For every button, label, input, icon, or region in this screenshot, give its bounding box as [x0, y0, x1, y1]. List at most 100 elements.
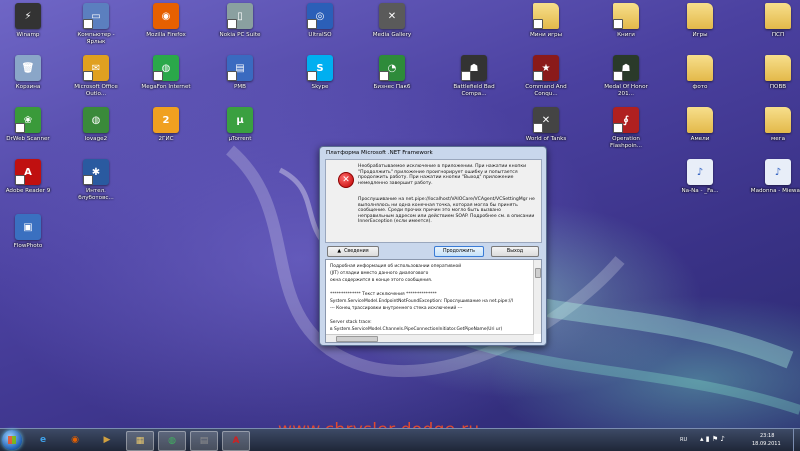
- details-button[interactable]: ▲ Сведения: [327, 246, 379, 257]
- vertical-scroll-thumb[interactable]: [535, 268, 541, 278]
- desktop-icon[interactable]: ◔ Бизнес Пак6: [364, 55, 420, 107]
- desktop-icon[interactable]: ✕ Media Gallery: [364, 3, 420, 55]
- folder-icon: [613, 3, 639, 29]
- desktop-icon-label: фото: [692, 84, 708, 90]
- language-indicator[interactable]: RU: [680, 437, 687, 443]
- desktop-icon[interactable]: ☗ Battlefield Bad Compa...: [446, 55, 502, 107]
- folder-icon: [687, 3, 713, 29]
- dialog-message-secondary: Прослушивание на net.pipe://localhost/VA…: [358, 197, 535, 225]
- desktop-icon[interactable]: ◎ UltraISO: [292, 3, 348, 55]
- exit-button[interactable]: Выход: [491, 246, 539, 257]
- folder-icon: [765, 107, 791, 133]
- app-icon: ☗: [461, 55, 487, 81]
- desktop-icon-label: Корзина: [15, 84, 41, 90]
- desktop-icon[interactable]: ★ Command And Conqu...: [518, 55, 574, 107]
- details-line: в System.ServiceModel.Channels.PipeConne…: [330, 327, 503, 332]
- app-icon: ◔: [379, 55, 405, 81]
- desktop-icon[interactable]: ◍ lovage2: [68, 107, 124, 159]
- desktop-icon[interactable]: Игры: [672, 3, 728, 55]
- app-icon: 2: [153, 107, 179, 133]
- dotnet-error-dialog: Платформа Microsoft .NET Framework ✕ Нео…: [319, 146, 547, 346]
- desktop-icon-label: Microsoft Office Outlo...: [74, 84, 118, 97]
- desktop-icon-label: Winamp: [16, 32, 40, 38]
- desktop-icon[interactable]: ▣ FlowPhoto: [0, 214, 56, 266]
- desktop-icon-label: ПСП: [771, 32, 785, 38]
- dialog-title: Платформа Microsoft .NET Framework: [326, 150, 433, 156]
- app-icon: ◉: [153, 3, 179, 29]
- desktop-icon-label: Battlefield Bad Compa...: [453, 84, 495, 97]
- taskbar-console-icon[interactable]: ▤: [190, 431, 218, 451]
- app-icon: ♪: [765, 159, 791, 185]
- desktop-icon[interactable]: ☗ Medal Of Honor 201...: [598, 55, 654, 107]
- show-desktop-button[interactable]: [793, 429, 800, 451]
- desktop-icon[interactable]: ПОВВ: [750, 55, 800, 107]
- folder-icon: [687, 55, 713, 81]
- desktop-icon-label: 2ГИС: [158, 136, 174, 142]
- desktop-icon-label: Игры: [692, 32, 708, 38]
- start-button[interactable]: [2, 430, 22, 450]
- desktop-icon-label: PMB: [233, 84, 247, 90]
- desktop-icon-label: Adobe Reader 9: [5, 188, 51, 194]
- desktop-icon-label: Na-Na - _Fa...: [681, 188, 719, 194]
- vertical-scrollbar[interactable]: [533, 260, 541, 334]
- details-textbox[interactable]: Подробная информация об использовании оп…: [325, 259, 542, 343]
- app-icon: ▣: [15, 214, 41, 240]
- taskbar-firefox-icon[interactable]: ◉: [62, 431, 88, 449]
- horizontal-scrollbar[interactable]: [326, 334, 534, 342]
- desktop-icon-label: Бизнес Пак6: [373, 84, 411, 90]
- taskbar: e ◉ ▶ ▦ ◍ ▤ A RU ▴ ▮ ⚑ ♪ 23:18 18.09.2011: [0, 428, 800, 451]
- details-line: System.ServiceModel.EndpointNotFoundExce…: [330, 299, 513, 304]
- desktop-icon[interactable]: 🗑 Корзина: [0, 55, 56, 107]
- chevron-up-icon: ▲: [337, 249, 342, 254]
- desktop-icon[interactable]: Книги: [598, 3, 654, 55]
- horizontal-scroll-thumb[interactable]: [336, 336, 378, 342]
- tray-icons[interactable]: ▴ ▮ ⚑ ♪: [700, 435, 740, 445]
- desktop-icon[interactable]: ▯ Nokia PC Suite: [212, 3, 268, 55]
- desktop-icon[interactable]: ◍ MegaFon Internet: [138, 55, 194, 107]
- desktop-icon[interactable]: ПСП: [750, 3, 800, 55]
- clock-date[interactable]: 18.09.2011: [752, 441, 781, 447]
- taskbar-mail-icon[interactable]: ◍: [158, 431, 186, 451]
- desktop-icon[interactable]: µ µTorrent: [212, 107, 268, 159]
- desktop-icon-label: Media Gallery: [372, 32, 412, 38]
- desktop-icon[interactable]: S Skype: [292, 55, 348, 107]
- desktop-icon[interactable]: ✉ Microsoft Office Outlo...: [68, 55, 124, 107]
- desktop-icon[interactable]: ▭ Компьютер - Ярлык: [68, 3, 124, 55]
- app-icon: ∮: [613, 107, 639, 133]
- desktop-icon-label: Madonna - Miewa...: [750, 188, 800, 194]
- desktop-icon[interactable]: ⚡ Winamp: [0, 3, 56, 55]
- taskbar-ie-icon[interactable]: e: [30, 431, 56, 449]
- desktop-icon[interactable]: Мини игры: [518, 3, 574, 55]
- desktop-icon-label: Амели: [690, 136, 710, 142]
- desktop-icon[interactable]: ∮ Operation Flashpoin...: [598, 107, 654, 159]
- app-icon: ◍: [153, 55, 179, 81]
- desktop-icon-label: FlowPhoto: [13, 243, 43, 249]
- app-icon: ★: [533, 55, 559, 81]
- desktop-icon[interactable]: 2 2ГИС: [138, 107, 194, 159]
- taskbar-acrobat-icon[interactable]: A: [222, 431, 250, 451]
- desktop-icon-label: Мини игры: [529, 32, 563, 38]
- details-line: Подробная информация об использовании оп…: [330, 264, 462, 269]
- desktop-icon[interactable]: ▤ PMB: [212, 55, 268, 107]
- desktop-icon-label: Nokia PC Suite: [219, 32, 261, 38]
- folder-icon: [765, 3, 791, 29]
- app-icon: ▭: [83, 3, 109, 29]
- desktop-icon-label: Operation Flashpoin...: [609, 136, 643, 149]
- app-icon: ❀: [15, 107, 41, 133]
- desktop-icon[interactable]: ♪ Na-Na - _Fa...: [672, 159, 728, 211]
- continue-button[interactable]: Продолжить: [434, 246, 484, 257]
- desktop-icon[interactable]: ✱ Интел. блуботовс...: [68, 159, 124, 211]
- desktop-icon[interactable]: фото: [672, 55, 728, 107]
- desktop-icon[interactable]: Амели: [672, 107, 728, 159]
- taskbar-explorer-icon[interactable]: ▦: [126, 431, 154, 451]
- app-icon: 🗑: [15, 55, 41, 81]
- desktop-icon[interactable]: ♪ Madonna - Miewa...: [750, 159, 800, 211]
- app-icon: µ: [227, 107, 253, 133]
- taskbar-player-icon[interactable]: ▶: [94, 431, 120, 449]
- desktop-icon[interactable]: ❀ DrWeb Scanner: [0, 107, 56, 159]
- desktop-icon[interactable]: ◉ Mozilla Firefox: [138, 3, 194, 55]
- desktop-icon[interactable]: мега: [750, 107, 800, 159]
- clock-time[interactable]: 23:18: [760, 433, 774, 439]
- details-line: (JIT) отладки вместо данного диалогового: [330, 271, 429, 276]
- desktop-icon[interactable]: A Adobe Reader 9: [0, 159, 56, 211]
